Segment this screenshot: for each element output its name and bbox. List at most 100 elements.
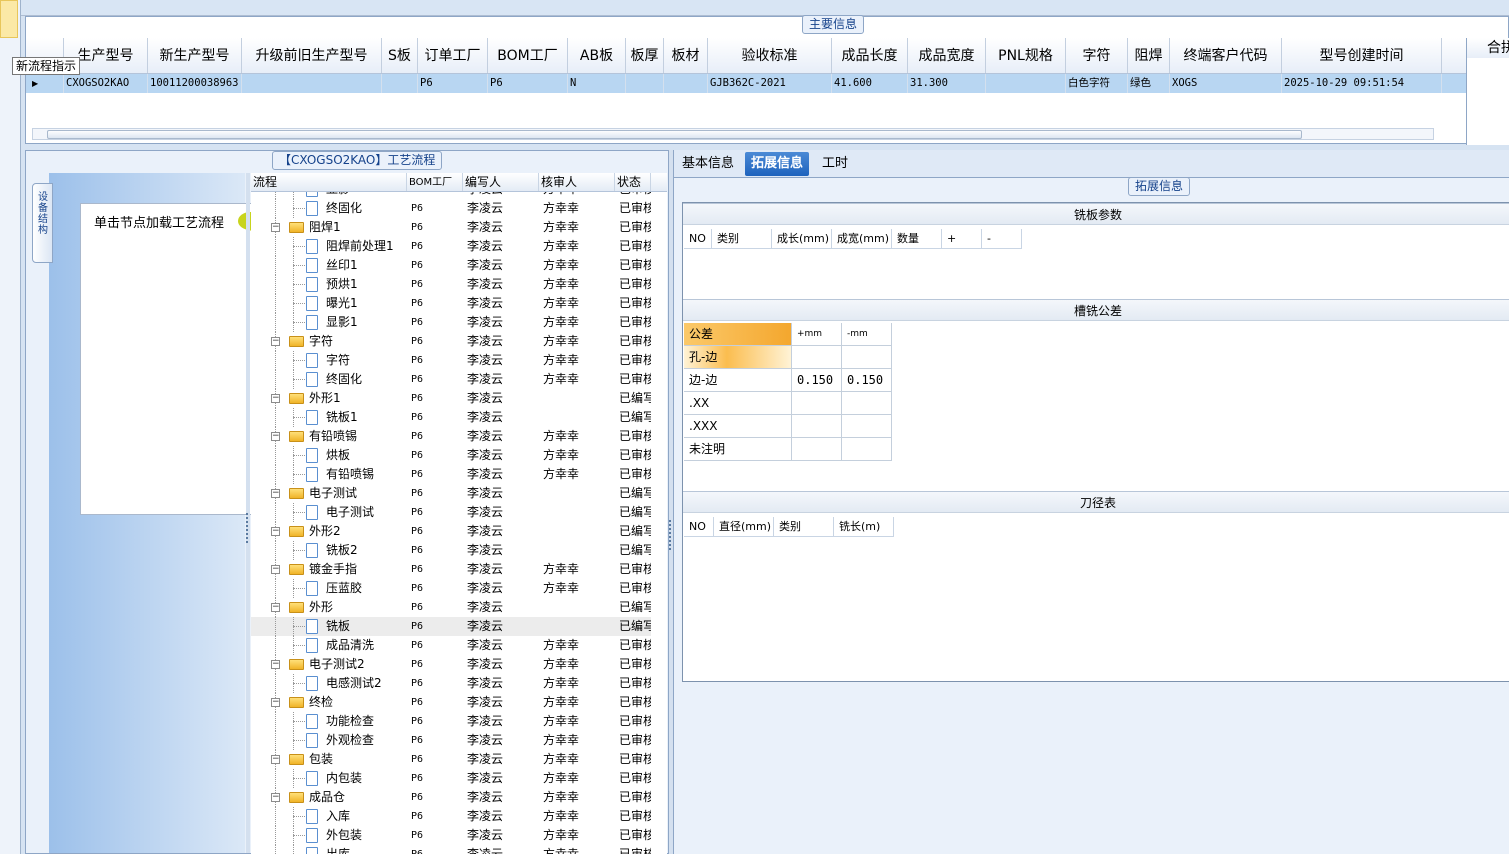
tolerance-value-cell[interactable]: 0.150 — [842, 369, 892, 392]
mill-param-col-header[interactable]: 成长(mm) — [772, 229, 832, 249]
mill-param-col-header[interactable]: 成宽(mm) — [832, 229, 892, 249]
process-tree-row[interactable]: 铣板2 P6 李凌云 已编写 — [251, 541, 651, 560]
pane-splitter[interactable] — [246, 173, 250, 853]
flow-indicator-marker[interactable] — [0, 0, 18, 38]
process-tree-row[interactable]: 电感测试2 P6 李凌云 方幸幸 已审核 — [251, 674, 651, 693]
grid-col-header[interactable]: 板厚 — [626, 38, 664, 73]
tolerance-value-cell[interactable] — [842, 346, 892, 369]
process-tree-row[interactable]: 铣板1 P6 李凌云 已编写 — [251, 408, 651, 427]
tree-node-cell[interactable]: 显影1 — [251, 313, 407, 332]
process-tree-row[interactable]: 压蓝胶 P6 李凌云 方幸幸 已审核 — [251, 579, 651, 598]
tree-node-cell[interactable]: 压蓝胶 — [251, 579, 407, 598]
grid-col-header[interactable]: 板材 — [664, 38, 708, 73]
tolerance-row[interactable]: 未注明 — [684, 438, 892, 461]
grid-col-header[interactable]: 验收标准 — [708, 38, 832, 73]
process-tree-row[interactable]: − 终检 P6 李凌云 方幸幸 已审核 — [251, 693, 651, 712]
tree-node-cell[interactable]: 铣板 — [251, 617, 407, 636]
equipment-structure-tab[interactable]: 设备结构 — [32, 183, 53, 263]
process-tree-row[interactable]: − 成品仓 P6 李凌云 方幸幸 已审核 — [251, 788, 651, 807]
grid-cell[interactable] — [242, 74, 382, 93]
tree-node-cell[interactable]: − 外形2 — [251, 522, 407, 541]
collapse-toggle-icon[interactable]: − — [271, 660, 280, 669]
process-tree-row[interactable]: 铣板 P6 李凌云 已编写 — [251, 617, 651, 636]
grid-cell[interactable]: 2025-10-29 09:51:54 — [1282, 74, 1442, 93]
tree-node-cell[interactable]: 出库 — [251, 845, 407, 854]
process-col-header[interactable]: 编写人 — [463, 173, 539, 191]
process-tree-row[interactable]: − 包装 P6 李凌云 方幸幸 已审核 — [251, 750, 651, 769]
tree-node-cell[interactable]: 终固化 — [251, 199, 407, 218]
tab-work-hours[interactable]: 工时 — [816, 152, 854, 176]
tree-node-cell[interactable]: − 电子测试 — [251, 484, 407, 503]
tree-node-cell[interactable]: 字符 — [251, 351, 407, 370]
process-col-header[interactable]: BOM工厂 — [407, 173, 463, 191]
tree-node-cell[interactable]: 丝印1 — [251, 256, 407, 275]
process-tree-row[interactable]: 成品清洗 P6 李凌云 方幸幸 已审核 — [251, 636, 651, 655]
collapse-toggle-icon[interactable]: − — [271, 793, 280, 802]
process-tree-row[interactable]: − 电子测试2 P6 李凌云 方幸幸 已审核 — [251, 655, 651, 674]
tree-node-cell[interactable]: − 电子测试2 — [251, 655, 407, 674]
mill-param-col-header[interactable]: 类别 — [712, 229, 772, 249]
tool-col-header[interactable]: 直径(mm) — [714, 517, 774, 537]
grid-cell[interactable]: 31.300 — [908, 74, 986, 93]
grid-cell[interactable]: 41.600 — [832, 74, 908, 93]
process-tree-row[interactable]: 烘板 P6 李凌云 方幸幸 已审核 — [251, 446, 651, 465]
tree-node-cell[interactable]: 成品清洗 — [251, 636, 407, 655]
tree-node-cell[interactable]: 显影 — [251, 192, 407, 199]
mill-param-col-header[interactable]: + — [942, 229, 982, 249]
process-tree-row[interactable]: 出库 P6 李凌云 方幸幸 已审核 — [251, 845, 651, 854]
process-tree-row[interactable]: − 电子测试 P6 李凌云 已编写 — [251, 484, 651, 503]
grid-cell[interactable]: 绿色 — [1128, 74, 1170, 93]
grid-cell[interactable]: 10011200038963 — [148, 74, 242, 93]
grid-col-header[interactable]: 成品宽度 — [908, 38, 986, 73]
process-tree-row[interactable]: 有铅喷锡 P6 李凌云 方幸幸 已审核 — [251, 465, 651, 484]
tree-node-cell[interactable]: − 镀金手指 — [251, 560, 407, 579]
collapse-toggle-icon[interactable]: − — [271, 394, 280, 403]
collapse-toggle-icon[interactable]: − — [271, 603, 280, 612]
grid-col-header[interactable]: 升级前旧生产型号 — [242, 38, 382, 73]
tolerance-value-cell[interactable] — [792, 392, 842, 415]
tree-node-cell[interactable]: 外包装 — [251, 826, 407, 845]
mill-param-col-header[interactable]: NO — [684, 229, 712, 249]
process-tree-row[interactable]: − 外形1 P6 李凌云 已编写 — [251, 389, 651, 408]
grid-col-header[interactable]: PNL规格 — [986, 38, 1066, 73]
tree-node-cell[interactable]: 阻焊前处理1 — [251, 237, 407, 256]
process-tree-row[interactable]: − 外形 P6 李凌云 已编写 — [251, 598, 651, 617]
tolerance-row[interactable]: 孔-边 — [684, 346, 892, 369]
tree-node-cell[interactable]: − 有铅喷锡 — [251, 427, 407, 446]
tree-node-cell[interactable]: 预烘1 — [251, 275, 407, 294]
process-tree-row[interactable]: 入库 P6 李凌云 方幸幸 已审核 — [251, 807, 651, 826]
grid-col-header[interactable]: 新生产型号 — [148, 38, 242, 73]
grid-col-header[interactable]: 订单工厂 — [418, 38, 488, 73]
grid-cell[interactable]: 白色字符 — [1066, 74, 1128, 93]
tool-col-header[interactable]: NO — [684, 517, 714, 537]
tree-node-cell[interactable]: 终固化 — [251, 370, 407, 389]
tree-node-cell[interactable]: 入库 — [251, 807, 407, 826]
process-tree-row[interactable]: 终固化 P6 李凌云 方幸幸 已审核 — [251, 199, 651, 218]
collapse-toggle-icon[interactable]: − — [271, 223, 280, 232]
tab-extended-info[interactable]: 拓展信息 — [745, 152, 810, 176]
grid-cell[interactable] — [986, 74, 1066, 93]
tree-node-cell[interactable]: 功能检查 — [251, 712, 407, 731]
process-tree-row[interactable]: 功能检查 P6 李凌云 方幸幸 已审核 — [251, 712, 651, 731]
tree-node-cell[interactable]: 曝光1 — [251, 294, 407, 313]
process-tree-row[interactable]: − 字符 P6 李凌云 方幸幸 已审核 — [251, 332, 651, 351]
collapse-toggle-icon[interactable]: − — [271, 489, 280, 498]
tolerance-row[interactable]: .XX — [684, 392, 892, 415]
tolerance-value-cell[interactable]: 0.150 — [792, 369, 842, 392]
grid-cell[interactable]: N — [568, 74, 626, 93]
tolerance-value-cell[interactable] — [842, 438, 892, 461]
grid-col-header[interactable]: BOM工厂 — [488, 38, 568, 73]
process-tree-row[interactable]: 外观检查 P6 李凌云 方幸幸 已审核 — [251, 731, 651, 750]
process-col-header[interactable]: 状态 — [615, 173, 651, 191]
tree-node-cell[interactable]: − 成品仓 — [251, 788, 407, 807]
process-tree-row[interactable]: 电子测试 P6 李凌云 已编写 — [251, 503, 651, 522]
hscroll-thumb[interactable] — [47, 130, 1302, 139]
tree-node-cell[interactable]: − 外形1 — [251, 389, 407, 408]
tree-node-cell[interactable]: − 阻焊1 — [251, 218, 407, 237]
process-col-header[interactable]: 核审人 — [539, 173, 615, 191]
process-tree-row[interactable]: 显影 P6李凌云方幸幸已审核 — [251, 192, 651, 199]
splitter-grip[interactable] — [246, 513, 250, 543]
grid-cell[interactable] — [626, 74, 664, 93]
mill-param-col-header[interactable]: - — [982, 229, 1022, 249]
grid-col-header[interactable]: S板 — [382, 38, 418, 73]
